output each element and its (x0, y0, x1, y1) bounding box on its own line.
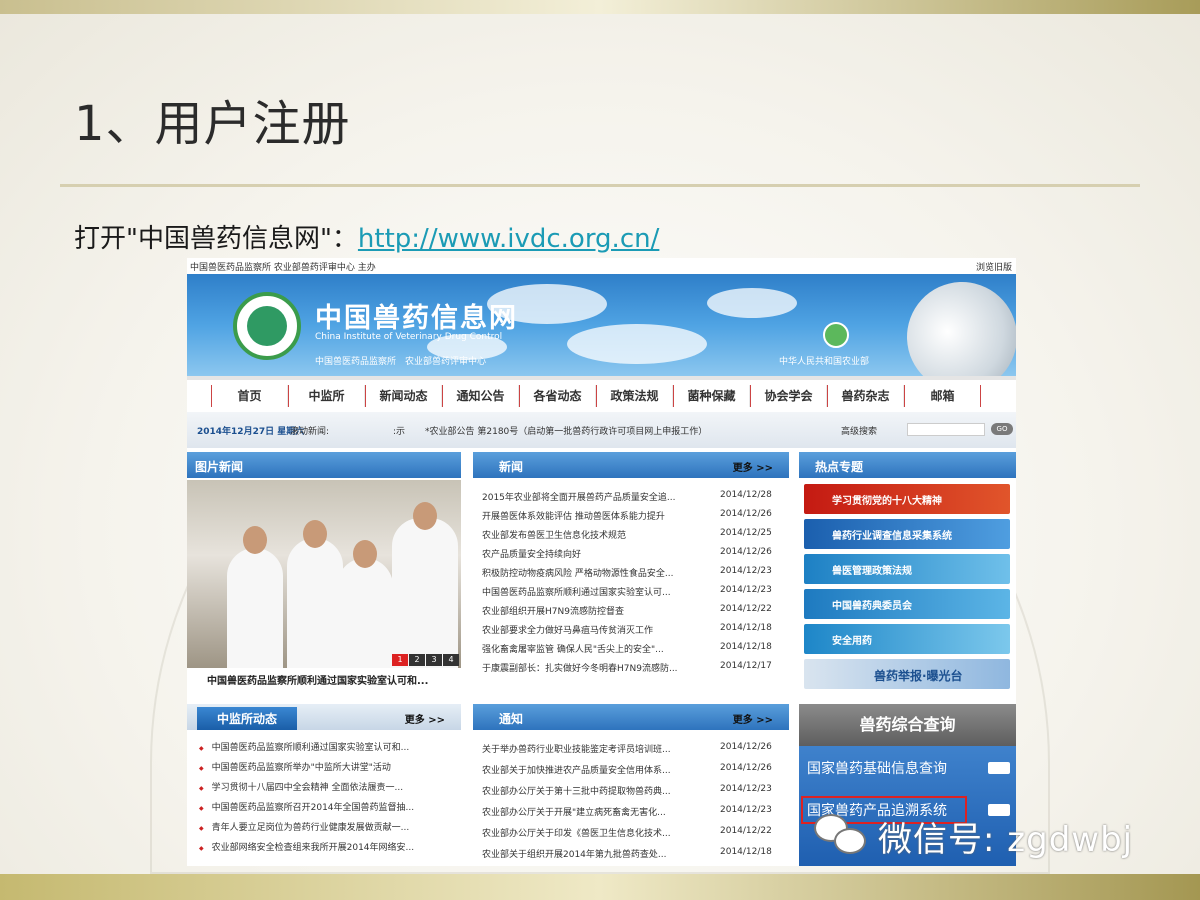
nav-strains[interactable]: 菌种保藏 (673, 385, 750, 407)
news-list: 2015年农业部将全面开展兽药产品质量安全追... 2014/12/28 开展兽医… (482, 490, 782, 680)
hot-topic-banner[interactable]: 兽医管理政策法规 (804, 554, 1010, 584)
ministry-name: 中华人民共和国农业部 (779, 357, 870, 367)
ticker-label: 滚动新闻: (290, 427, 330, 437)
photo-pager: 1 2 3 4 (391, 654, 459, 666)
list-item[interactable]: 2015年农业部将全面开展兽药产品质量安全追... 2014/12/28 (482, 490, 772, 506)
nav-policy[interactable]: 政策法规 (596, 385, 673, 407)
news-panel-header: 新闻 更多 >> (473, 452, 789, 478)
hot-topics-title: 热点专题 (815, 460, 864, 474)
website-screenshot: 中国兽医药品监察所 农业部兽药评审中心 主办 浏览旧版 中国兽药信息网 Chin… (187, 258, 1016, 866)
site-sponsor-text: 中国兽医药品监察所 农业部兽药评审中心 主办 (190, 263, 376, 273)
news-ticker: 2014年12月27日 星期六 滚动新闻: :示 *农业部公告 第2180号（启… (187, 412, 1016, 448)
wechat-watermark: 微信号: zgdwbj (878, 820, 1134, 860)
list-item[interactable]: 中国兽医药品监察所举办"中监所大讲堂"活动 (199, 760, 391, 773)
list-item[interactable]: 农业部关于组织开展2014年第九批兽药查处... 2014/12/18 (482, 847, 772, 863)
site-url-link[interactable]: http://www.ivdc.org.cn/ (358, 224, 659, 254)
list-item[interactable]: 中国兽医药品监察所顺利通过国家实验室认可和... (199, 740, 410, 753)
photo-page-3[interactable]: 3 (426, 654, 442, 666)
intro-line: 打开"中国兽药信息网"：http://www.ivdc.org.cn/ (74, 218, 659, 255)
photo-caption[interactable]: 中国兽医药品监察所顺利通过国家实验室认可和... (207, 672, 428, 687)
notice-more-link[interactable]: 更多 >> (733, 711, 773, 726)
list-item[interactable]: 开展兽医体系效能评估 推动兽医体系能力提升 2014/12/26 (482, 509, 772, 525)
list-item[interactable]: 农业部办公厅关于第十三批中药提取物兽药典... 2014/12/23 (482, 784, 772, 800)
list-item[interactable]: 积极防控动物疫病风险 严格动物源性食品安全... 2014/12/23 (482, 566, 772, 582)
title-divider (60, 184, 1140, 187)
institute-dynamics-title: 中监所动态 (197, 707, 298, 730)
intro-text: 打开"中国兽药信息网"： (74, 224, 358, 254)
list-item[interactable]: 农业部关于加快推进农产品质量安全信用体系... 2014/12/26 (482, 763, 772, 779)
hot-topic-banner[interactable]: 安全用药 (804, 624, 1010, 654)
photo-page-4[interactable]: 4 (443, 654, 459, 666)
nav-news[interactable]: 新闻动态 (365, 385, 442, 407)
photo-news-image[interactable]: 1 2 3 4 (187, 480, 461, 668)
nav-journal[interactable]: 兽药杂志 (827, 385, 904, 407)
site-name: 中国兽药信息网 (315, 303, 518, 334)
ticker-date: 2014年12月27日 星期六 (197, 427, 305, 437)
nav-mail[interactable]: 邮箱 (904, 385, 981, 407)
list-item[interactable]: 中国兽医药品监察所召开2014年全国兽药监督抽... (199, 800, 415, 813)
hot-topic-banner[interactable]: 学习贯彻党的十八大精神 (804, 484, 1010, 514)
top-decor-bar (0, 0, 1200, 14)
nav-notices[interactable]: 通知公告 (442, 385, 519, 407)
photo-page-1[interactable]: 1 (392, 654, 408, 666)
list-item[interactable]: 中国兽医药品监察所顺利通过国家实验室认可... 2014/12/23 (482, 585, 772, 601)
list-item[interactable]: 农产品质量安全持续向好 2014/12/26 (482, 547, 772, 563)
list-item[interactable]: 农业部网络安全检查组来我所开展2014年网络安... (199, 840, 415, 853)
list-item[interactable]: 农业部办公厅关于开展"建立病死畜禽无害化... 2014/12/23 (482, 805, 772, 821)
main-nav: 首页 中监所 新闻动态 通知公告 各省动态 政策法规 菌种保藏 协会学会 兽药杂… (187, 376, 1016, 412)
notice-list: 关于举办兽药行业职业技能鉴定考评员培训班... 2014/12/26 农业部关于加… (482, 742, 782, 866)
news-more-link[interactable]: 更多 >> (733, 459, 773, 474)
notice-panel-header: 通知 更多 >> (473, 704, 789, 730)
notice-panel-title: 通知 (499, 712, 524, 726)
list-item[interactable]: 青年人要立足岗位为兽药行业健康发展做贡献一... (199, 820, 410, 833)
satellite-dish-image (888, 274, 1016, 376)
nav-provinces[interactable]: 各省动态 (519, 385, 596, 407)
advanced-search-link[interactable]: 高级搜索 (841, 424, 877, 437)
list-item[interactable]: 农业部办公厅关于印发《兽医卫生信息化技术... 2014/12/22 (482, 826, 772, 842)
ministry-logo-icon (823, 322, 849, 348)
basic-info-query-link[interactable]: 国家兽药基础信息查询 (807, 758, 947, 778)
list-item[interactable]: 农业部要求全力做好马鼻疽马传贫消灭工作 2014/12/18 (482, 623, 772, 639)
ticker-sep: :示 (393, 427, 406, 437)
search-input[interactable] (907, 423, 985, 436)
list-item[interactable]: 学习贯彻十八届四中全会精神 全面依法履责一... (199, 780, 403, 793)
hot-topic-banner[interactable]: 兽药举报·曝光台 (804, 659, 1010, 689)
photo-news-header: 图片新闻 (187, 452, 461, 478)
arrow-right-icon (988, 762, 1010, 774)
list-item[interactable]: 于康震副部长：扎实做好今冬明春H7N9流感防... 2014/12/17 (482, 661, 772, 677)
site-subtitle: 中国兽医药品监察所 农业部兽药评审中心 (315, 357, 487, 367)
photo-page-2[interactable]: 2 (409, 654, 425, 666)
old-version-link[interactable]: 浏览旧版 (976, 260, 1012, 273)
hot-topic-banner[interactable]: 中国兽药典委员会 (804, 589, 1010, 619)
dynamics-more-link[interactable]: 更多 >> (405, 711, 445, 726)
list-item[interactable]: 关于举办兽药行业职业技能鉴定考评员培训班... 2014/12/26 (482, 742, 772, 758)
list-item[interactable]: 强化畜禽屠宰监管 确保人民"舌尖上的安全"... 2014/12/18 (482, 642, 772, 658)
site-name-en: China Institute of Veterinary Drug Contr… (315, 332, 503, 342)
photo-news-title: 图片新闻 (195, 460, 244, 474)
site-logo-icon (233, 292, 301, 360)
ticker-news-link[interactable]: *农业部公告 第2180号（启动第一批兽药行政许可项目网上申报工作） (425, 424, 707, 437)
list-item[interactable]: 农业部发布兽医卫生信息化技术规范 2014/12/25 (482, 528, 772, 544)
site-banner: 中国兽药信息网 China Institute of Veterinary Dr… (187, 274, 1016, 376)
search-go-button[interactable]: GO (991, 423, 1013, 435)
nav-associations[interactable]: 协会学会 (750, 385, 827, 407)
wechat-icon (814, 810, 870, 860)
news-panel-title: 新闻 (499, 460, 524, 474)
hot-topics-header: 热点专题 (799, 452, 1016, 478)
list-item[interactable]: 农业部组织开展H7N9流感防控督查 2014/12/22 (482, 604, 772, 620)
slide-title: 1、用户注册 (74, 96, 351, 152)
nav-institute[interactable]: 中监所 (288, 385, 365, 407)
institute-dynamics-header: 中监所动态 更多 >> (187, 704, 461, 730)
hot-topic-banner[interactable]: 兽药行业调查信息采集系统 (804, 519, 1010, 549)
query-panel-title: 兽药综合查询 (799, 704, 1016, 746)
bottom-decor-bar (0, 874, 1200, 900)
site-top-line: 中国兽医药品监察所 农业部兽药评审中心 主办 浏览旧版 (187, 258, 1016, 274)
nav-home[interactable]: 首页 (211, 385, 288, 407)
